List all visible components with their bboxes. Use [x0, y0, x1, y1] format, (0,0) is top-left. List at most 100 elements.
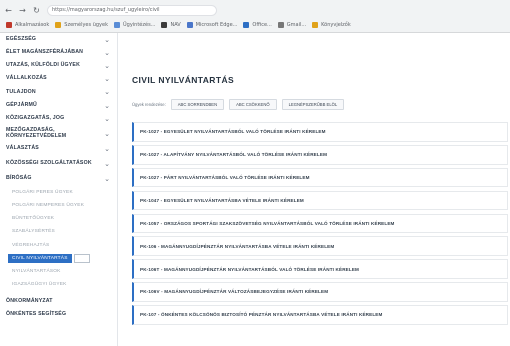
bookmarks-bar: Alkalmazások Személyes ügyek Ügyintézés...…: [0, 19, 510, 31]
sort-label: Ügyek rendezése:: [132, 102, 166, 107]
sidebar-item[interactable]: Mezőgazdaság, környezetvédelem ⌄: [0, 125, 117, 142]
sidebar-subitem-label: Végrehajtás: [12, 242, 50, 248]
list-item[interactable]: PK-1047 - Egyesület nyilvántartásba véte…: [132, 190, 508, 211]
sidebar-subitem[interactable]: Nyilvántartások: [0, 265, 117, 278]
bookmark-favicon-icon: [243, 22, 250, 28]
sidebar-subitem-label: Civil nyilvántartás: [8, 253, 72, 263]
list-item-title: PK-1027 - Párt nyilvántartásból való tör…: [140, 175, 310, 181]
bookmark-label: Ügyintézés...: [122, 22, 156, 28]
bookmark-favicon-icon: [113, 22, 120, 28]
chevron-down-icon: ⌄: [104, 144, 110, 153]
sidebar-item[interactable]: Bíróság ⌄: [0, 173, 117, 186]
chevron-down-icon: ⌄: [104, 35, 110, 44]
case-list: PK-1027 - Egyesület nyilvántartásból val…: [132, 122, 508, 328]
sidebar-subitem-label: Nyilvántartások: [12, 268, 61, 274]
sidebar-subitem[interactable]: Polgári nemperes ügyek: [0, 199, 117, 212]
bookmark-label: Gmail...: [286, 22, 307, 28]
sidebar-subitem-label: Polgári peres ügyek: [12, 189, 73, 195]
bookmark-label: Alkalmazások: [15, 22, 50, 28]
chevron-down-icon: ⌄: [104, 160, 110, 168]
bookmark-favicon-icon: [55, 22, 62, 28]
bookmark-item[interactable]: Alkalmazások: [6, 22, 49, 28]
bookmark-item[interactable]: Microsoft Edge...: [186, 22, 237, 28]
list-item-title: PK-1057 - Országos sportági szakszövetsé…: [140, 220, 395, 226]
sidebar-item[interactable]: Önkormányzat: [0, 295, 117, 308]
chevron-down-icon: ⌄: [104, 48, 110, 57]
list-item[interactable]: PK-106 - Magánnyugdíjpénztár nyilvántart…: [132, 236, 508, 257]
sidebar-item-label: Egészség: [6, 35, 37, 42]
list-item-title: PK-1027 - Alapítvány nyilvántartásból va…: [140, 152, 328, 158]
list-item[interactable]: PK-1027 - Egyesület nyilvántartásból val…: [132, 122, 508, 142]
chevron-down-icon: ⌄: [104, 129, 110, 138]
sidebar-subitem[interactable]: Szabálysértés: [0, 225, 117, 238]
sidebar-item[interactable]: Választás ⌄: [0, 142, 117, 155]
sidebar-subitem[interactable]: Polgári peres ügyek: [0, 186, 117, 199]
sort-button[interactable]: ABC csökkenő: [229, 99, 277, 110]
chevron-down-icon: ⌄: [104, 88, 110, 97]
bookmark-item[interactable]: Gmail...: [277, 22, 307, 28]
chevron-down-icon: ⌄: [104, 61, 110, 70]
sidebar: Egészség ⌄ Élet magánszférájában ⌄ Utazás, k…: [0, 33, 118, 346]
bookmark-favicon-icon: [277, 22, 284, 28]
sidebar-item[interactable]: Tulajdon ⌄: [0, 86, 117, 99]
sidebar-item[interactable]: Élet magánszférájában ⌄: [0, 46, 117, 59]
sidebar-item[interactable]: Utazás, külföldi ügyek ⌄: [0, 59, 117, 72]
sidebar-subitem-label: Szabálysértés: [12, 229, 55, 235]
list-item-title: PK-107 - Önkéntes kölcsönös biztosító pé…: [140, 312, 383, 318]
sidebar-subitem[interactable]: Végrehajtás: [0, 238, 117, 251]
sidebar-item-label: Mezőgazdaság, környezetvédelem: [6, 127, 67, 139]
chevron-down-icon: ⌄: [104, 114, 110, 123]
bookmark-label: NAV: [170, 22, 181, 28]
bookmark-item[interactable]: Office...: [243, 22, 272, 28]
sidebar-item-label: Tulajdon: [6, 88, 36, 95]
page-title: CIVIL NYILVÁNTARTÁS: [132, 75, 235, 85]
sort-button[interactable]: ABC sorrendben: [170, 99, 225, 110]
chevron-down-icon: ⌄: [104, 101, 110, 110]
sidebar-item[interactable]: Önkéntes segítség: [0, 308, 117, 321]
bookmark-favicon-icon: [6, 22, 12, 28]
sort-button[interactable]: Legnépszerűbb elöl: [281, 99, 345, 110]
sidebar-item[interactable]: Egészség ⌄: [0, 33, 117, 46]
bookmark-favicon-icon: [186, 22, 193, 28]
sidebar-item-label: Önkéntes segítség: [6, 311, 67, 318]
sidebar-item-label: Vállalkozás: [6, 75, 47, 82]
bookmark-favicon-icon: [161, 22, 168, 28]
sidebar-item[interactable]: Gépjármű ⌄: [0, 99, 117, 112]
main-content: CIVIL NYILVÁNTARTÁS Ügyek rendezése: ABC…: [119, 33, 510, 346]
sidebar-subitem-label: Polgári nemperes ügyek: [12, 202, 85, 208]
sidebar-subitem[interactable]: Igazságügyi ügyek: [0, 278, 117, 291]
address-bar[interactable]: https://magyarorszag.hu/szuf_ugyleiro/ci…: [47, 4, 217, 16]
sidebar-item-label: Gépjármű: [6, 101, 38, 108]
sidebar-item-label: Bíróság: [6, 175, 32, 182]
sidebar-item-label: Élet magánszférájában: [6, 48, 84, 55]
sidebar-subitem[interactable]: Büntetőügyek: [0, 212, 117, 225]
browser-toolbar: ← → ↻ https://magyarorszag.hu/szuf_ugyle…: [0, 3, 510, 17]
list-item-title: PK-1047 - Egyesület nyilvántartásba véte…: [140, 197, 304, 203]
chevron-down-icon: ⌄: [104, 75, 110, 84]
sidebar-item-label: Közösségi szolgáltatások: [6, 160, 92, 167]
reload-icon[interactable]: ↻: [31, 5, 42, 16]
list-item[interactable]: PK-1027 - Párt nyilvántartásból való tör…: [132, 167, 508, 188]
sidebar-item[interactable]: Közigazgatás, jog ⌄: [0, 112, 117, 125]
forward-icon[interactable]: →: [17, 5, 28, 16]
list-item-title: PK-1027 - Egyesület nyilvántartásból val…: [140, 129, 326, 135]
sidebar-item[interactable]: Vállalkozás ⌄: [0, 73, 117, 86]
bookmark-item[interactable]: Könyvjelzők: [312, 22, 351, 28]
sidebar-subitem-label: Büntetőügyek: [12, 216, 55, 222]
sidebar-subitem-active[interactable]: Civil nyilvántartás: [0, 252, 117, 265]
list-item[interactable]: PK-1057 - Országos sportági szakszövetsé…: [132, 213, 508, 234]
bookmark-item[interactable]: Ügyintézés...: [113, 22, 156, 28]
sidebar-item-label: Utazás, külföldi ügyek: [6, 62, 81, 69]
bookmark-item[interactable]: Személyes ügyek: [55, 22, 108, 28]
list-item[interactable]: PK-106V - Magánnyugdíjpénztár változásbe…: [132, 282, 508, 302]
sidebar-item[interactable]: Közösségi szolgáltatások ⌄: [0, 156, 117, 173]
sort-filters: Ügyek rendezése: ABC sorrendben ABC csökk…: [132, 99, 349, 110]
bookmark-label: Könyvjelzők: [321, 22, 351, 28]
list-item[interactable]: PK-1027 - Alapítvány nyilvántartásból va…: [132, 144, 508, 165]
browser-chrome: ← → ↻ https://magyarorszag.hu/szuf_ugyle…: [0, 0, 510, 33]
list-item[interactable]: PK-106T - Magánnyugdíjpénztár nyilvántar…: [132, 259, 508, 279]
list-item[interactable]: PK-107 - Önkéntes kölcsönös biztosító pé…: [132, 305, 508, 325]
sidebar-subitem-label: Igazságügyi ügyek: [12, 282, 67, 288]
back-icon[interactable]: ←: [3, 5, 14, 16]
bookmark-item[interactable]: NAV: [161, 22, 181, 28]
